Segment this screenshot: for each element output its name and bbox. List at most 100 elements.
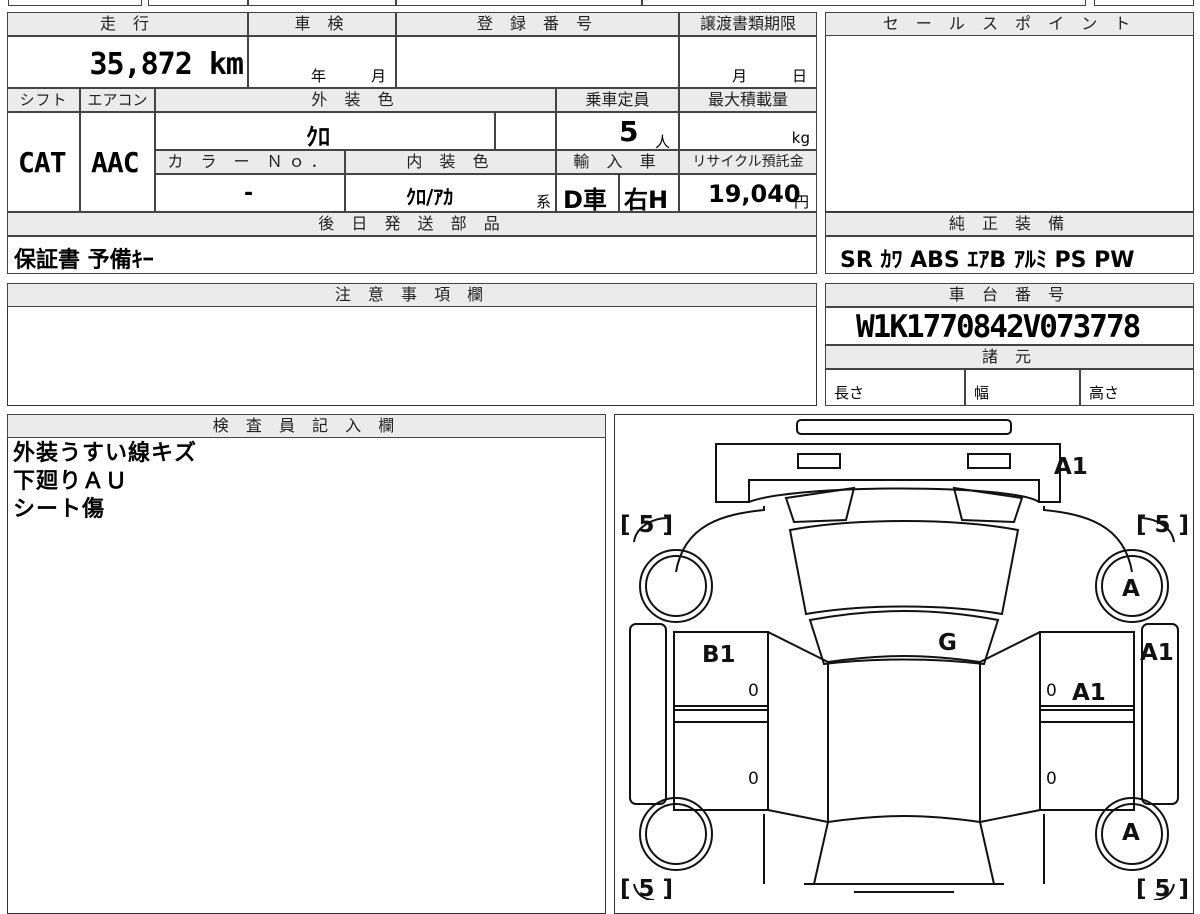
exterior-color-cell: ｸﾛ bbox=[155, 112, 495, 151]
equipment-header: 純 正 装 備 bbox=[825, 212, 1194, 236]
exterior-color-extra-cell bbox=[495, 112, 556, 150]
import-type-cell: D車 bbox=[556, 174, 619, 214]
left-door-lines bbox=[767, 631, 829, 823]
top-strip-cell bbox=[396, 0, 642, 6]
later-parts-header: 後 日 発 送 部 品 bbox=[7, 212, 817, 236]
shift-value: CAT bbox=[18, 146, 67, 179]
transfer-cell: 月 日 bbox=[679, 36, 817, 88]
tread-front-right: [ 5 ] bbox=[1136, 876, 1189, 900]
zero-mark: 0 bbox=[748, 681, 759, 701]
windshield-edges bbox=[813, 821, 995, 885]
left-sill-strip bbox=[673, 705, 769, 723]
spec-width-label: 幅 bbox=[974, 384, 990, 402]
later-parts-value: 保証書 予備ｷｰ bbox=[14, 248, 154, 273]
interior-color-value: ｸﾛ/ｱｶ bbox=[406, 185, 454, 209]
inspector-notes: 外装うすい線キズ 下廻りＡＵ シート傷 bbox=[13, 440, 197, 524]
zero-mark: 0 bbox=[1046, 681, 1057, 701]
wheel-rear-left-inner bbox=[645, 555, 707, 617]
chassis-number: W1K1770842V073778 bbox=[856, 309, 1141, 345]
right-door-lines bbox=[979, 631, 1041, 823]
spec-length-cell: 長さ bbox=[825, 369, 965, 406]
damage-wheel-rear-right: A bbox=[1122, 576, 1140, 602]
shift-cell: CAT bbox=[7, 112, 80, 212]
damage-rear-bumper: A1 bbox=[1054, 454, 1088, 480]
recycle-value: 19,040 bbox=[708, 180, 801, 208]
top-strip-cell bbox=[642, 0, 1086, 6]
aircon-value: AAC bbox=[91, 146, 140, 179]
capacity-unit: 人 bbox=[655, 133, 671, 151]
aircon-header: エアコン bbox=[80, 88, 155, 112]
steering-cell: 右H bbox=[619, 174, 679, 214]
interior-color-header: 内 装 色 bbox=[345, 150, 556, 174]
zero-mark: 0 bbox=[1046, 769, 1057, 789]
equipment-value: SR ｶﾜ ABS ｴｱB ｱﾙﾐ PS PW bbox=[840, 248, 1135, 273]
recycle-cell: 19,040 円 bbox=[679, 174, 817, 212]
top-strip-cell bbox=[248, 0, 396, 6]
max-load-cell: kg bbox=[679, 112, 817, 150]
interior-color-suffix: 系 bbox=[536, 193, 552, 211]
shaken-year-label: 年 bbox=[311, 67, 327, 85]
aircon-cell: AAC bbox=[80, 112, 155, 212]
left-front-door-panel bbox=[673, 721, 769, 811]
damage-left-rear-door: B1 bbox=[702, 642, 736, 668]
chassis-cell: W1K1770842V073778 bbox=[825, 307, 1194, 345]
caution-header: 注 意 事 項 欄 bbox=[7, 283, 817, 307]
damage-right-quarter: A1 bbox=[1140, 640, 1174, 666]
mileage-header: 走 行 bbox=[7, 12, 248, 36]
zero-mark: 0 bbox=[748, 769, 759, 789]
wheel-rear-left bbox=[639, 549, 713, 623]
mileage-value: 35,872 km bbox=[89, 47, 244, 82]
damage-wheel-front-right: A bbox=[1122, 820, 1140, 846]
car-damage-diagram: [ 5 ] [ 5 ] [ 5 ] [ 5 ] A1 A A B1 G A1 A… bbox=[620, 419, 1189, 900]
spec-height-cell: 高さ bbox=[1080, 369, 1194, 406]
recycle-header: リサイクル預託金 bbox=[679, 150, 817, 174]
right-sill-strip bbox=[1039, 705, 1135, 723]
damage-right-rear-door: A1 bbox=[1072, 680, 1106, 706]
sale-points-header: セ ー ル ス ポ イ ン ト bbox=[825, 12, 1194, 36]
recycle-unit: 円 bbox=[794, 193, 810, 211]
body-rear-curve bbox=[675, 506, 1133, 573]
inspector-note: シート傷 bbox=[13, 497, 106, 522]
tread-rear-right: [ 5 ] bbox=[1136, 512, 1189, 538]
spec-length-label: 長さ bbox=[834, 384, 865, 402]
damage-roof: G bbox=[938, 630, 957, 656]
wheel-front-left bbox=[639, 797, 713, 871]
shift-header: シフト bbox=[7, 88, 80, 112]
inspector-note: 下廻りＡＵ bbox=[13, 469, 129, 494]
color-no-header: カ ラ ー Ｎｏ． bbox=[155, 150, 345, 174]
shaken-header: 車 検 bbox=[248, 12, 396, 36]
spec-width-cell: 幅 bbox=[965, 369, 1080, 406]
left-side-mirror-strip bbox=[629, 623, 667, 805]
registration-header: 登 録 番 号 bbox=[396, 12, 679, 36]
capacity-value: 5 bbox=[619, 115, 639, 148]
rear-light-left bbox=[797, 453, 841, 469]
capacity-header: 乗車定員 bbox=[556, 88, 679, 112]
shaken-month-label: 月 bbox=[371, 67, 387, 85]
transfer-deadline-header: 譲渡書類期限 bbox=[679, 12, 817, 36]
max-load-unit: kg bbox=[791, 129, 810, 147]
max-load-header: 最大積載量 bbox=[679, 88, 817, 112]
inspector-header: 検 査 員 記 入 欄 bbox=[7, 414, 606, 438]
sale-points-box bbox=[825, 12, 1194, 212]
import-type-value: D車 bbox=[563, 186, 607, 214]
later-parts-cell: 保証書 予備ｷｰ bbox=[7, 236, 817, 274]
rear-window bbox=[788, 520, 1020, 616]
rear-spoiler bbox=[796, 419, 1012, 435]
spec-height-label: 高さ bbox=[1089, 384, 1120, 402]
capacity-cell: 5 人 bbox=[556, 112, 679, 151]
color-no-value: - bbox=[244, 181, 254, 206]
top-strip-cell bbox=[8, 0, 142, 6]
shaken-cell: 年 月 bbox=[248, 36, 396, 88]
registration-cell bbox=[396, 36, 679, 88]
specs-header: 諸 元 bbox=[825, 345, 1194, 369]
color-no-cell: - bbox=[155, 174, 345, 212]
inspector-note: 外装うすい線キズ bbox=[13, 441, 198, 466]
top-strip-cell bbox=[148, 0, 248, 6]
tread-front-left: [ 5 ] bbox=[620, 876, 673, 900]
right-front-door-panel bbox=[1039, 721, 1135, 811]
import-header: 輸 入 車 bbox=[556, 150, 679, 174]
auction-sheet: { "mileage": {"header": "走 行", "value": … bbox=[0, 0, 1200, 914]
front-fenders bbox=[763, 814, 1045, 884]
steering-value: 右H bbox=[624, 186, 669, 214]
tread-rear-left: [ 5 ] bbox=[620, 512, 673, 538]
